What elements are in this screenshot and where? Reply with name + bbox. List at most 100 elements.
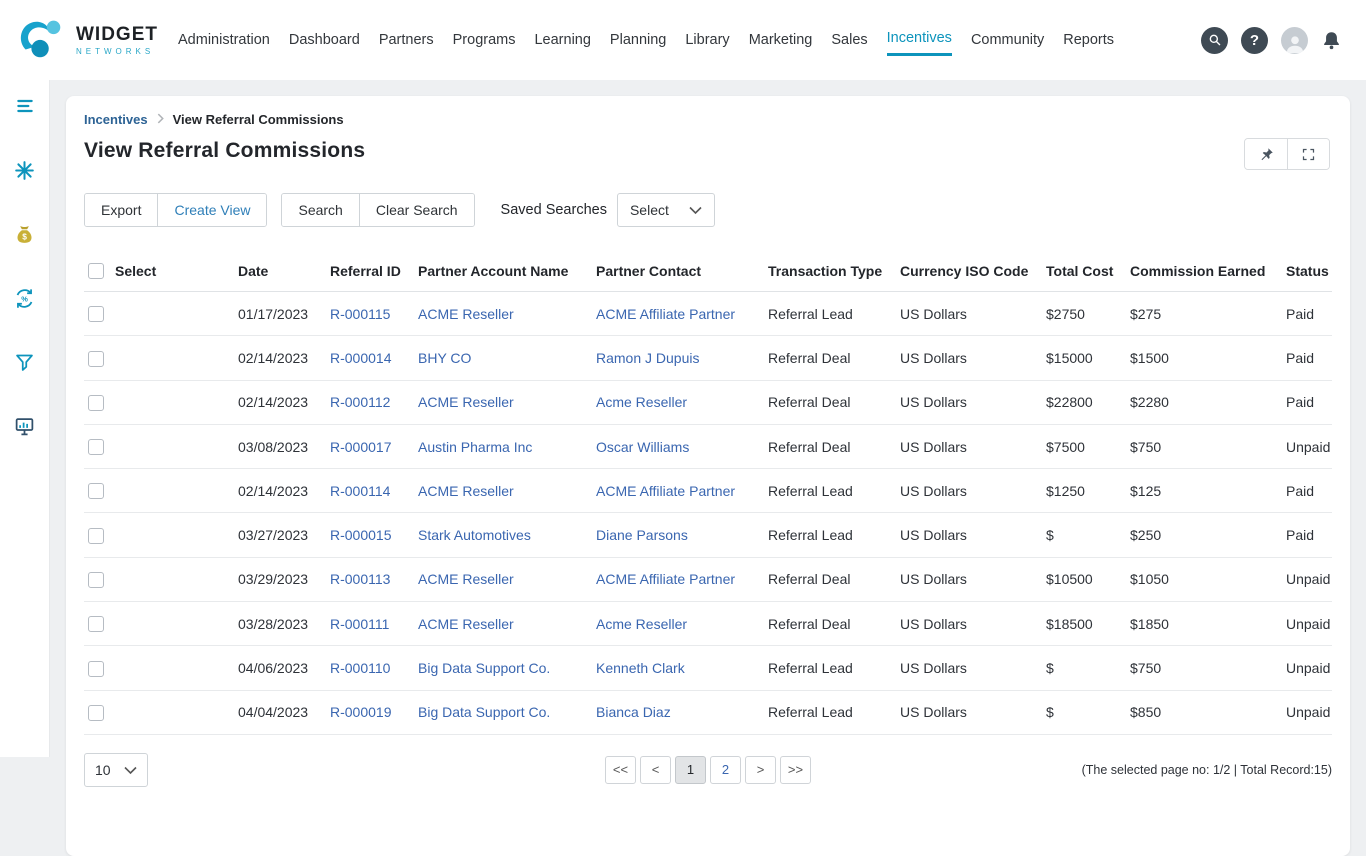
referral-id-link[interactable]: R-000017 bbox=[330, 439, 392, 455]
row-checkbox[interactable] bbox=[88, 616, 104, 632]
select-all-checkbox[interactable] bbox=[88, 263, 104, 279]
nav-item-programs[interactable]: Programs bbox=[453, 26, 516, 55]
logo[interactable]: WIDGET NETWORKS bbox=[16, 16, 158, 65]
pagination-last-button[interactable]: >> bbox=[780, 756, 811, 784]
saved-searches-select[interactable]: Select bbox=[617, 193, 715, 227]
cell-total-cost: $10500 bbox=[1042, 557, 1126, 601]
percent-refresh-icon[interactable]: % bbox=[13, 286, 37, 310]
row-checkbox[interactable] bbox=[88, 572, 104, 588]
header-select-label: Select bbox=[115, 263, 156, 279]
funnel-icon[interactable] bbox=[13, 350, 37, 374]
cell-commission-earned: $850 bbox=[1126, 690, 1282, 734]
row-checkbox[interactable] bbox=[88, 351, 104, 367]
nav-item-marketing[interactable]: Marketing bbox=[749, 26, 813, 55]
partner-contact-link[interactable]: ACME Affiliate Partner bbox=[596, 306, 735, 322]
partner-account-link[interactable]: ACME Reseller bbox=[418, 616, 514, 632]
partner-account-link[interactable]: Big Data Support Co. bbox=[418, 704, 550, 720]
referral-id-link[interactable]: R-000111 bbox=[330, 616, 389, 632]
partner-contact-link[interactable]: Diane Parsons bbox=[596, 527, 688, 543]
nav-item-library[interactable]: Library bbox=[685, 26, 729, 55]
referral-id-link[interactable]: R-000110 bbox=[330, 660, 390, 676]
nav-item-reports[interactable]: Reports bbox=[1063, 26, 1114, 55]
nav-item-partners[interactable]: Partners bbox=[379, 26, 434, 55]
referral-id-link[interactable]: R-000115 bbox=[330, 306, 390, 322]
nav-item-community[interactable]: Community bbox=[971, 26, 1044, 55]
referral-id-link[interactable]: R-000113 bbox=[330, 571, 390, 587]
partner-account-link[interactable]: ACME Reseller bbox=[418, 571, 514, 587]
search-icon[interactable] bbox=[1201, 27, 1228, 54]
cell-partner-account-name: ACME Reseller bbox=[414, 380, 592, 424]
partner-account-link[interactable]: BHY CO bbox=[418, 350, 471, 366]
row-checkbox[interactable] bbox=[88, 661, 104, 677]
cell-partner-account-name: BHY CO bbox=[414, 336, 592, 380]
nav-item-learning[interactable]: Learning bbox=[534, 26, 590, 55]
pagination-first-button[interactable]: << bbox=[605, 756, 636, 784]
referral-id-link[interactable]: R-000015 bbox=[330, 527, 392, 543]
page-size-select[interactable]: 10 bbox=[84, 753, 148, 787]
table-row: 02/14/2023 R-000014 BHY CO Ramon J Dupui… bbox=[84, 336, 1332, 380]
row-checkbox[interactable] bbox=[88, 528, 104, 544]
search-button[interactable]: Search bbox=[282, 194, 358, 226]
cell-status: Paid bbox=[1282, 469, 1332, 513]
partner-contact-link[interactable]: Bianca Diaz bbox=[596, 704, 671, 720]
row-checkbox[interactable] bbox=[88, 705, 104, 721]
create-view-button[interactable]: Create View bbox=[157, 194, 266, 226]
partner-account-link[interactable]: ACME Reseller bbox=[418, 394, 514, 410]
partner-account-link[interactable]: Big Data Support Co. bbox=[418, 660, 550, 676]
logo-swirl-icon bbox=[16, 16, 68, 65]
partner-account-link[interactable]: Austin Pharma Inc bbox=[418, 439, 532, 455]
partner-contact-link[interactable]: Kenneth Clark bbox=[596, 660, 685, 676]
clear-search-button[interactable]: Clear Search bbox=[359, 194, 474, 226]
row-checkbox[interactable] bbox=[88, 483, 104, 499]
partner-contact-link[interactable]: Acme Reseller bbox=[596, 616, 687, 632]
help-icon[interactable]: ? bbox=[1241, 27, 1268, 54]
nav-item-sales[interactable]: Sales bbox=[831, 26, 867, 55]
nav-item-planning[interactable]: Planning bbox=[610, 26, 666, 55]
snowflake-icon[interactable] bbox=[13, 158, 37, 182]
partner-contact-link[interactable]: Acme Reseller bbox=[596, 394, 687, 410]
partner-account-link[interactable]: ACME Reseller bbox=[418, 306, 514, 322]
referral-id-link[interactable]: R-000114 bbox=[330, 483, 390, 499]
row-checkbox[interactable] bbox=[88, 306, 104, 322]
cell-date: 03/27/2023 bbox=[234, 513, 326, 557]
fullscreen-button[interactable] bbox=[1287, 139, 1329, 169]
partner-contact-link[interactable]: ACME Affiliate Partner bbox=[596, 571, 735, 587]
pagination-next-button[interactable]: > bbox=[745, 756, 776, 784]
money-bag-icon[interactable]: $ bbox=[13, 222, 37, 246]
cell-currency-iso-code: US Dollars bbox=[896, 380, 1042, 424]
pagination-page-2-button[interactable]: 2 bbox=[710, 756, 741, 784]
breadcrumb-current: View Referral Commissions bbox=[173, 112, 344, 127]
top-bar: WIDGET NETWORKS Administration Dashboard… bbox=[0, 0, 1366, 80]
table-row: 01/17/2023 R-000115 ACME Reseller ACME A… bbox=[84, 292, 1332, 336]
header-date: Date bbox=[234, 253, 326, 292]
referral-id-link[interactable]: R-000019 bbox=[330, 704, 392, 720]
pin-button[interactable] bbox=[1245, 139, 1287, 169]
nav-item-administration[interactable]: Administration bbox=[178, 26, 270, 55]
pagination-prev-button[interactable]: < bbox=[640, 756, 671, 784]
nav-item-incentives[interactable]: Incentives bbox=[887, 24, 952, 56]
breadcrumb-incentives-link[interactable]: Incentives bbox=[84, 112, 148, 127]
partner-contact-link[interactable]: ACME Affiliate Partner bbox=[596, 483, 735, 499]
cell-partner-account-name: ACME Reseller bbox=[414, 469, 592, 513]
cell-partner-account-name: Big Data Support Co. bbox=[414, 690, 592, 734]
table-footer: 10 << < 1 2 > >> (The selected page no: … bbox=[84, 753, 1332, 787]
nav-item-dashboard[interactable]: Dashboard bbox=[289, 26, 360, 55]
pagination-page-1-button[interactable]: 1 bbox=[675, 756, 706, 784]
export-button[interactable]: Export bbox=[85, 194, 157, 226]
partner-account-link[interactable]: ACME Reseller bbox=[418, 483, 514, 499]
cell-partner-contact: Diane Parsons bbox=[592, 513, 764, 557]
referral-id-link[interactable]: R-000014 bbox=[330, 350, 392, 366]
row-checkbox[interactable] bbox=[88, 395, 104, 411]
row-checkbox[interactable] bbox=[88, 439, 104, 455]
partner-contact-link[interactable]: Oscar Williams bbox=[596, 439, 689, 455]
user-avatar[interactable] bbox=[1281, 27, 1308, 54]
notifications-bell-icon[interactable] bbox=[1321, 30, 1342, 51]
referral-id-link[interactable]: R-000112 bbox=[330, 394, 390, 410]
partner-account-link[interactable]: Stark Automotives bbox=[418, 527, 531, 543]
cell-currency-iso-code: US Dollars bbox=[896, 336, 1042, 380]
header-currency-iso-code: Currency ISO Code bbox=[896, 253, 1042, 292]
monitor-chart-icon[interactable] bbox=[13, 414, 37, 438]
table-row: 04/04/2023 R-000019 Big Data Support Co.… bbox=[84, 690, 1332, 734]
partner-contact-link[interactable]: Ramon J Dupuis bbox=[596, 350, 700, 366]
hamburger-menu-icon[interactable] bbox=[13, 94, 37, 118]
